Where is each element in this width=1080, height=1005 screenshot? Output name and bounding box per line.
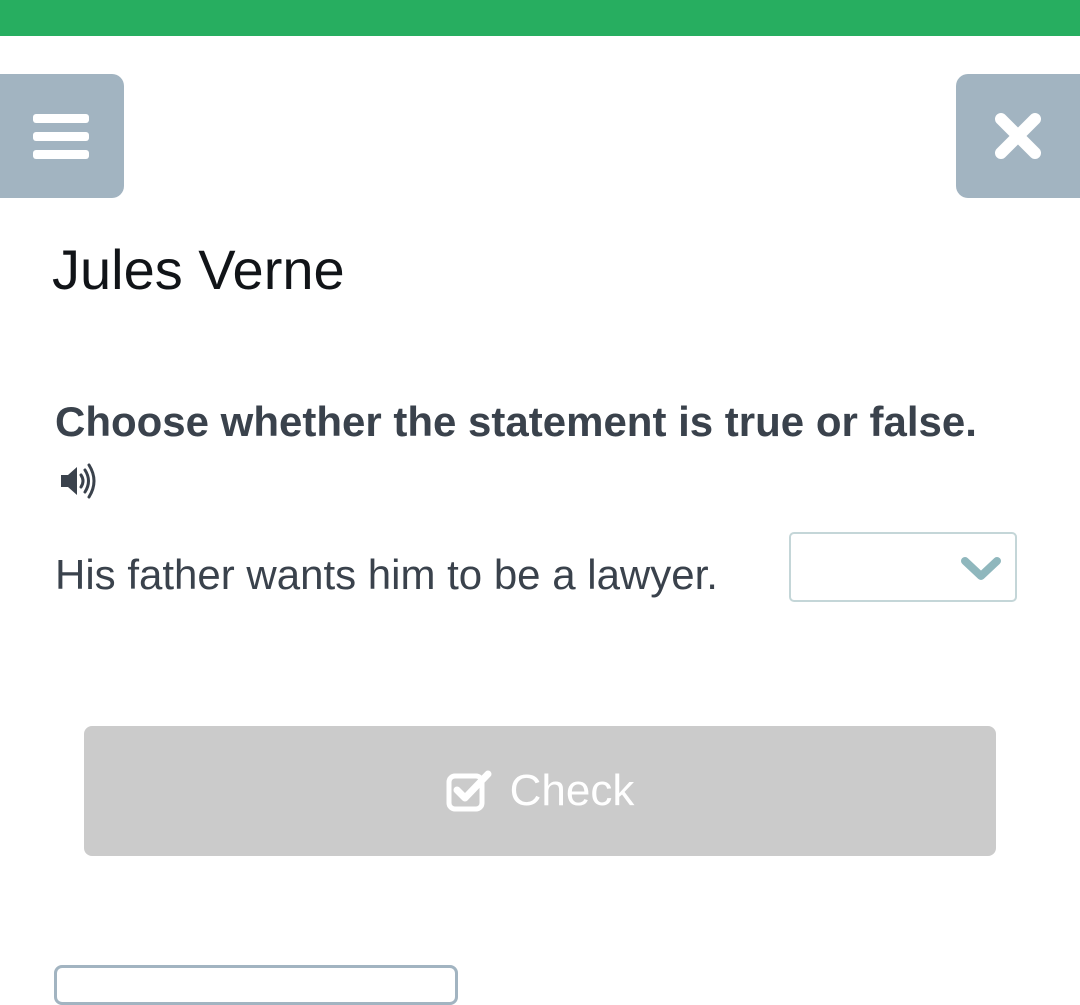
statement-text: His father wants him to be a lawyer. (55, 551, 718, 598)
check-button[interactable]: Check (84, 726, 996, 856)
menu-icon (33, 114, 89, 159)
close-button[interactable] (956, 74, 1080, 198)
speaker-icon[interactable] (59, 463, 101, 499)
exercise-instruction: Choose whether the statement is true or … (55, 392, 995, 512)
statement-row: His father wants him to be a lawyer. (55, 545, 718, 605)
true-false-dropdown[interactable] (789, 532, 1017, 602)
menu-button[interactable] (0, 74, 124, 198)
progress-fill (0, 0, 1080, 36)
close-icon (995, 113, 1041, 159)
progress-bar (0, 0, 1080, 36)
instruction-text: Choose whether the statement is true or … (55, 398, 977, 445)
next-button[interactable] (54, 965, 458, 1005)
page-title: Jules Verne (52, 238, 345, 301)
check-label: Check (509, 766, 635, 815)
checkbox-check-icon (446, 770, 492, 812)
chevron-down-icon (961, 557, 1001, 580)
